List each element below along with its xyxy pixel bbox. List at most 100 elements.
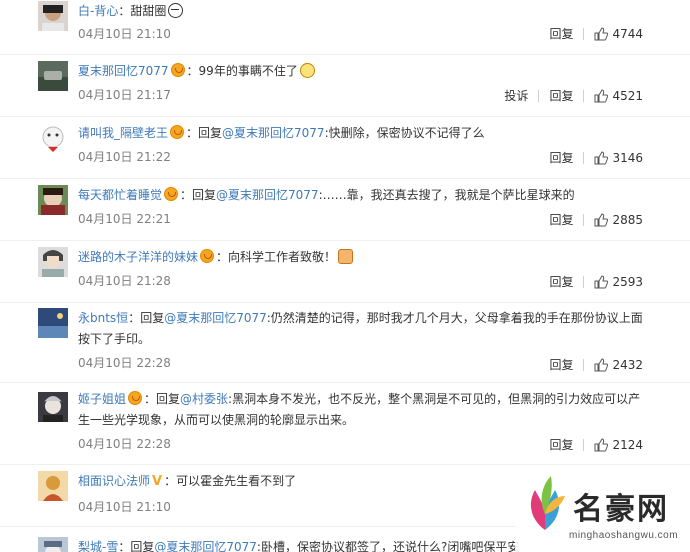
mention-link[interactable]: @夏末那回忆7077	[222, 126, 325, 140]
mention-link[interactable]: @村委张	[180, 392, 228, 406]
avatar[interactable]	[38, 247, 68, 277]
divider	[538, 89, 540, 102]
comment-timestamp: 04月10日 21:28	[78, 274, 171, 288]
reply-keyword: ：回复	[144, 392, 181, 406]
comment-text: :……靠，我还真去搜了，我就是个萨比星球来的	[318, 188, 575, 202]
comment-item: 姬子姐姐 ：回复@村委张:黑洞本身不发光，也不反光，整个黑洞是不可见的，但黑洞的引…	[0, 383, 690, 465]
comment-item: 夏末那回忆7077 ：99年的事瞒不住了 04月10日 21:17 投诉 回复 4…	[0, 55, 690, 117]
comment-username[interactable]: 永bnts恒	[78, 311, 128, 325]
comment-item: 永bnts恒：回复@夏末那回忆7077:仍然清楚的记得，那时我才几个月大，父母拿…	[0, 303, 690, 383]
comment-item: 迷路的木子洋洋的妹妹 ：向科学工作者致敬！ 04月10日 21:28 回复 259…	[0, 241, 690, 303]
report-button[interactable]: 投诉	[504, 87, 528, 104]
thumbs-up-icon	[594, 437, 609, 451]
avatar[interactable]	[38, 1, 68, 31]
comment-timestamp: 04月10日 21:17	[78, 88, 171, 102]
thumbs-up-icon	[594, 357, 609, 371]
site-watermark: 名豪网 minghaoshangwu.com	[515, 472, 690, 552]
reply-keyword: ：回复	[128, 311, 165, 325]
comment-username[interactable]: 请叫我_隔壁老王	[78, 126, 168, 140]
like-button[interactable]: 2593	[594, 275, 643, 289]
comment-item: 请叫我_隔壁老王 ：回复@夏末那回忆7077:快删除，保密协议不记得了么 04月1…	[0, 117, 690, 179]
reply-button[interactable]: 回复	[549, 273, 573, 290]
avatar[interactable]	[38, 537, 68, 552]
thumbs-up-icon	[594, 88, 609, 102]
vip-badge-icon	[200, 249, 215, 263]
comment-username[interactable]: 夏末那回忆7077	[78, 64, 169, 78]
comment-item: 每天都忙着睡觉 ：回复@夏末那回忆7077:……靠，我还真去搜了，我就是个萨比星球…	[0, 179, 690, 241]
comment-text: :黑洞本身不发光，也不反光，整个黑洞是不可见的，但黑洞的引力效应可以产	[228, 392, 641, 406]
watermark-site-name: 名豪网	[573, 492, 669, 527]
divider	[583, 438, 585, 451]
verified-v-icon: V	[152, 474, 163, 489]
reply-button[interactable]: 回复	[549, 25, 573, 42]
avatar[interactable]	[38, 392, 68, 422]
like-count: 2432	[612, 357, 643, 372]
divider	[583, 89, 585, 102]
reply-button[interactable]: 回复	[549, 149, 573, 166]
comment-text: ：可以霍金先生看不到了	[164, 474, 297, 488]
comment-text: ：向科学工作者致敬！	[216, 250, 337, 264]
like-count: 4521	[612, 88, 643, 103]
like-button[interactable]: 2432	[594, 358, 643, 372]
like-count: 3146	[612, 150, 643, 165]
watermark-url: minghaoshangwu.com	[569, 530, 679, 541]
reply-button[interactable]: 回复	[549, 87, 573, 104]
like-button[interactable]: 2885	[594, 213, 643, 227]
comment-username[interactable]: 姬子姐姐	[78, 392, 126, 406]
divider	[583, 27, 585, 40]
divider	[583, 275, 585, 288]
comment-timestamp: 04月10日 22:28	[78, 437, 171, 451]
sleeping-face-emoji-icon	[168, 3, 184, 18]
vip-badge-icon	[164, 187, 179, 201]
watermark-logo-icon	[530, 476, 565, 530]
vip-badge-icon	[128, 391, 143, 405]
comment-timestamp: 04月10日 22:21	[78, 212, 171, 226]
nerd-face-emoji-icon	[299, 63, 315, 78]
avatar[interactable]	[38, 61, 68, 91]
thumbs-up-icon	[594, 212, 609, 226]
like-count: 4744	[612, 26, 643, 41]
vip-badge-icon	[170, 63, 185, 77]
comment-item: 白-背心：甜甜圈 04月10日 21:10 回复 4744	[0, 0, 690, 55]
like-count: 2885	[612, 212, 643, 227]
reply-button[interactable]: 回复	[549, 436, 573, 453]
reply-keyword: ：回复	[180, 188, 217, 202]
mention-link[interactable]: @夏末那回忆7077	[154, 540, 257, 552]
comment-username[interactable]: 白-背心	[78, 4, 118, 18]
comment-text: :卧槽，保密协议都签了，还说什么?闭嘴吧保平安	[256, 540, 520, 552]
comment-username[interactable]: 迷路的木子洋洋的妹妹	[78, 250, 198, 264]
comment-timestamp: 04月10日 22:28	[78, 356, 171, 370]
comment-text: ：99年的事瞒不住了	[186, 64, 298, 78]
avatar[interactable]	[38, 185, 68, 215]
comment-username[interactable]: 相面识心法师	[78, 474, 150, 488]
divider	[583, 151, 585, 164]
reply-button[interactable]: 回复	[549, 356, 573, 373]
like-button[interactable]: 4521	[594, 89, 643, 103]
comment-username[interactable]: 每天都忙着睡觉	[78, 188, 162, 202]
avatar[interactable]	[38, 308, 68, 338]
comment-username[interactable]: 梨城-雪	[78, 540, 118, 552]
like-count: 2593	[612, 274, 643, 289]
like-button[interactable]: 2124	[594, 438, 643, 452]
like-button[interactable]: 3146	[594, 151, 643, 165]
comment-timestamp: 04月10日 21:10	[78, 27, 171, 41]
comment-text-continued: 生一些光学现象，从而可以使黑洞的轮廓显示出来。	[78, 413, 355, 427]
vip-badge-icon	[170, 125, 185, 139]
avatar[interactable]	[38, 123, 68, 153]
comment-timestamp: 04月10日 21:10	[78, 500, 171, 514]
comment-text-continued: 按下了手印。	[78, 332, 151, 346]
divider	[583, 358, 585, 371]
comment-text: ：甜甜圈	[118, 4, 167, 18]
comment-timestamp: 04月10日 21:22	[78, 150, 171, 164]
avatar[interactable]	[38, 471, 68, 501]
thumbs-up-icon	[594, 26, 609, 40]
like-count: 2124	[612, 437, 643, 452]
reply-keyword: ：回复	[186, 126, 223, 140]
comment-text: :仍然清楚的记得，那时我才几个月大，父母拿着我的手在那份协议上面	[266, 311, 643, 325]
reply-keyword: ：回复	[118, 540, 155, 552]
mention-link[interactable]: @夏末那回忆7077	[216, 188, 319, 202]
mention-link[interactable]: @夏末那回忆7077	[164, 311, 267, 325]
thumbs-up-icon	[594, 150, 609, 164]
like-button[interactable]: 4744	[594, 27, 643, 41]
reply-button[interactable]: 回复	[549, 211, 573, 228]
